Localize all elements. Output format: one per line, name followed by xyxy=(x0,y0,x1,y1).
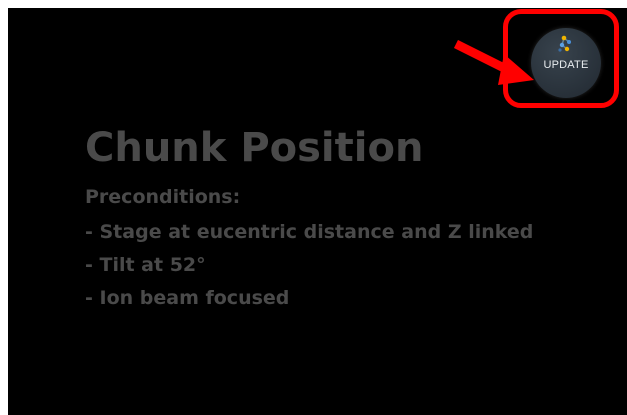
red-arrow-annotation xyxy=(453,40,534,85)
screen: Chunk Position Preconditions: - Stage at… xyxy=(0,0,627,415)
preconditions-list: - Stage at eucentric distance and Z link… xyxy=(85,216,533,315)
precondition-item: - Tilt at 52° xyxy=(85,254,206,276)
slide-title: Chunk Position xyxy=(85,125,424,171)
precondition-item: - Ion beam focused xyxy=(85,287,290,309)
precondition-item: - Stage at eucentric distance and Z link… xyxy=(85,221,534,243)
preconditions-heading: Preconditions: xyxy=(85,186,241,208)
